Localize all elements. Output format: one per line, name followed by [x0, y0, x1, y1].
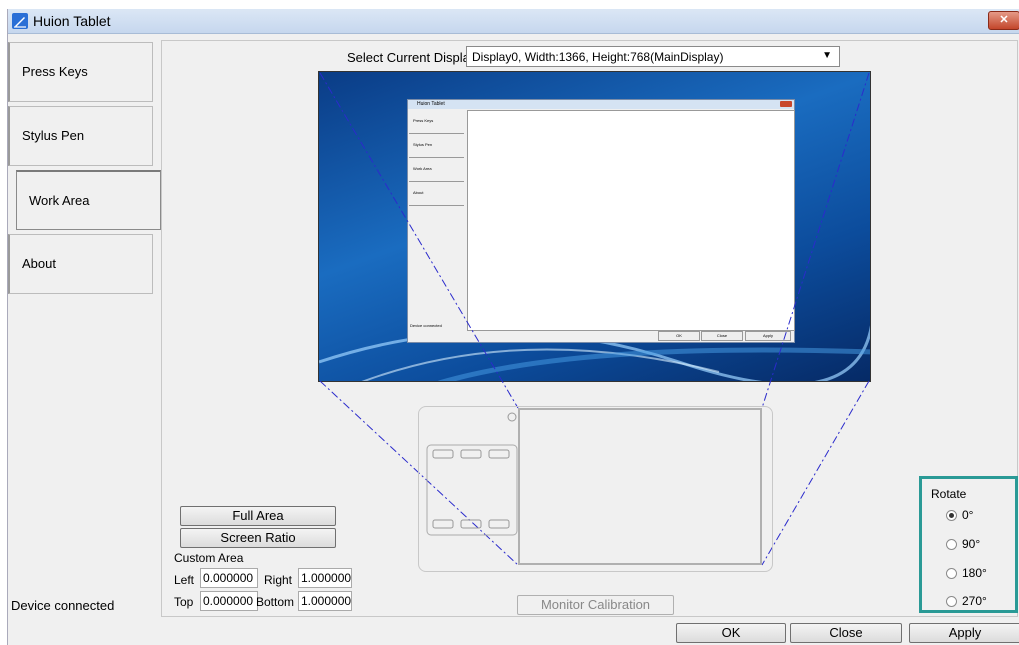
bottom-field[interactable]: 1.000000	[298, 591, 352, 611]
apply-button[interactable]: Apply	[909, 623, 1019, 643]
chevron-down-icon: ▼	[822, 50, 832, 61]
sidebar-item-press-keys[interactable]: Press Keys	[8, 42, 153, 102]
top-field[interactable]: 0.000000	[200, 591, 258, 611]
custom-area-label: Custom Area	[174, 551, 244, 565]
preview-close-icon	[780, 101, 792, 107]
monitor-calibration-button[interactable]: Monitor Calibration	[517, 595, 674, 615]
rotate-0-radio[interactable]	[946, 510, 957, 521]
preview-main	[467, 110, 795, 331]
rotate-group: Rotate 0° 90° 180° 270°	[919, 476, 1018, 613]
app-logo-icon	[12, 13, 28, 29]
sidebar-item-about[interactable]: About	[8, 234, 153, 294]
preview-close-button: Close	[701, 331, 743, 341]
full-area-button[interactable]: Full Area	[180, 506, 336, 526]
ok-button[interactable]: OK	[676, 623, 786, 643]
screen-ratio-button[interactable]: Screen Ratio	[180, 528, 336, 548]
bottom-label: Bottom	[256, 595, 295, 609]
left-field[interactable]: 0.000000	[200, 568, 258, 588]
tablet-work-area[interactable]	[518, 408, 762, 565]
right-label: Right	[264, 573, 293, 587]
rotate-270-radio[interactable]	[946, 596, 957, 607]
rotate-0-label: 0°	[962, 508, 974, 522]
top-label: Top	[174, 595, 194, 609]
sidebar-item-label: Stylus Pen	[22, 128, 85, 143]
app-window: Huion Tablet ✕ Press Keys Stylus Pen Wor…	[7, 9, 1019, 645]
rotate-label: Rotate	[931, 487, 967, 501]
preview-tab: Work Area	[409, 158, 464, 182]
sidebar-item-stylus-pen[interactable]: Stylus Pen	[8, 106, 153, 166]
preview-tab: Press Keys	[409, 110, 464, 134]
sidebar-item-label: About	[22, 256, 56, 271]
preview-status: Device connected	[410, 323, 442, 328]
sidebar-item-label: Work Area	[29, 193, 90, 208]
preview-ok-button: OK	[658, 331, 700, 341]
window-title: Huion Tablet	[33, 13, 111, 29]
display-select[interactable]: Display0, Width:1366, Height:768(MainDis…	[466, 46, 840, 67]
monitor-preview: Huion Tablet Press Keys Stylus Pen Work …	[318, 71, 871, 382]
preview-apply-button: Apply	[745, 331, 791, 341]
display-select-value: Display0, Width:1366, Height:768(MainDis…	[472, 50, 724, 64]
sidebar-item-work-area[interactable]: Work Area	[16, 170, 161, 230]
left-label: Left	[174, 573, 195, 587]
rotate-90-label: 90°	[962, 537, 981, 551]
preview-tab: About	[409, 182, 464, 206]
preview-tab: Stylus Pen	[409, 134, 464, 158]
display-label: Select Current Display	[347, 50, 477, 65]
right-field[interactable]: 1.000000	[298, 568, 352, 588]
close-icon[interactable]: ✕	[988, 11, 1019, 30]
preview-title: Huion Tablet	[408, 100, 794, 109]
close-button[interactable]: Close	[790, 623, 902, 643]
rotate-270-label: 270°	[962, 594, 987, 608]
rotate-180-radio[interactable]	[946, 568, 957, 579]
rotate-180-label: 180°	[962, 566, 987, 580]
sidebar-item-label: Press Keys	[22, 64, 88, 79]
title-bar: Huion Tablet ✕	[8, 9, 1019, 34]
rotate-90-radio[interactable]	[946, 539, 957, 550]
preview-window: Huion Tablet Press Keys Stylus Pen Work …	[407, 99, 795, 343]
status-text: Device connected	[11, 598, 115, 613]
